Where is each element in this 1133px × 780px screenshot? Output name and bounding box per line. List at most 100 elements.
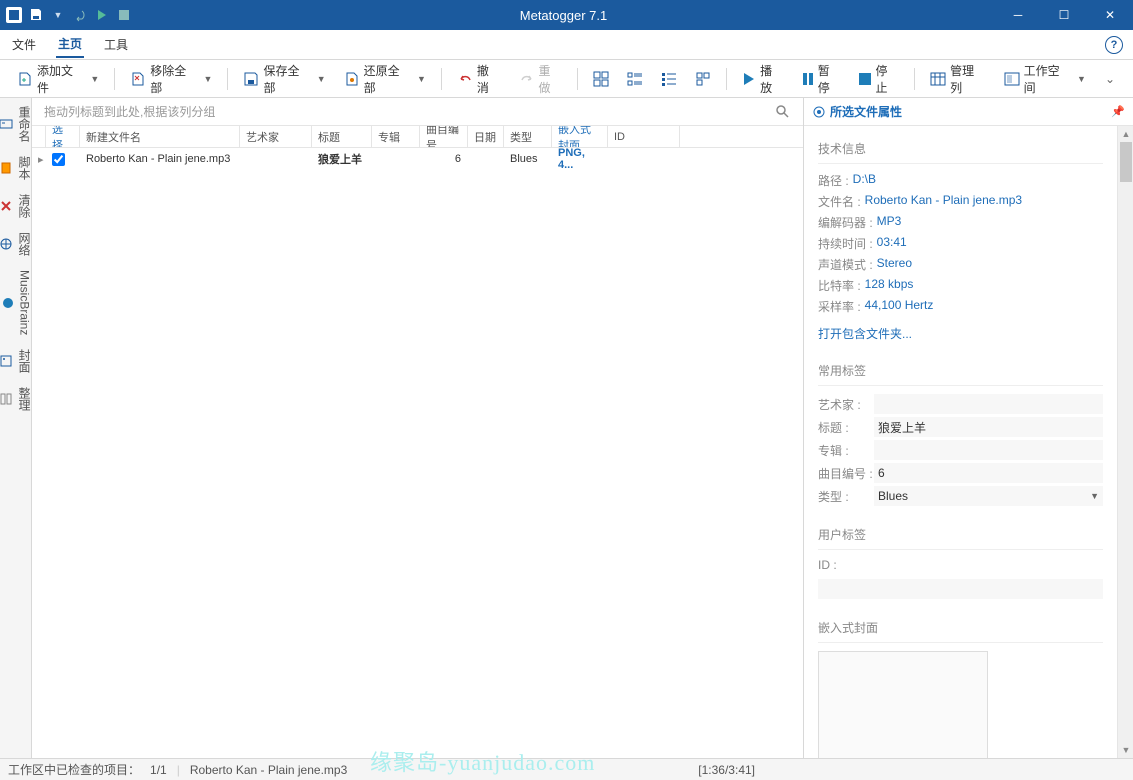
search-icon[interactable] xyxy=(775,104,791,120)
remove-all-icon xyxy=(130,71,146,87)
scrollbar[interactable]: ▲ ▼ xyxy=(1117,126,1133,758)
cell-title[interactable]: 狼爱上羊 xyxy=(312,148,372,170)
title-input[interactable] xyxy=(874,417,1103,437)
col-filename[interactable]: 新建文件名 xyxy=(80,126,240,147)
redo-button[interactable]: 重做 xyxy=(512,57,570,101)
minimize-button[interactable]: ─ xyxy=(995,0,1041,30)
maximize-button[interactable]: ☐ xyxy=(1041,0,1087,30)
cell-cover[interactable]: PNG, 4... xyxy=(552,148,608,170)
pause-label: 暂停 xyxy=(818,62,842,96)
sidebar-item-clean[interactable]: 清除 xyxy=(0,194,33,218)
qat-dropdown[interactable]: ▼ xyxy=(50,7,66,23)
col-date[interactable]: 日期 xyxy=(468,126,504,147)
manage-cols-button[interactable]: 管理列 xyxy=(923,57,993,101)
columns-icon xyxy=(930,71,946,87)
save-icon[interactable] xyxy=(28,7,44,23)
sidebar-item-cover[interactable]: 封面 xyxy=(0,349,33,373)
cell-artist[interactable] xyxy=(240,148,312,170)
window-title: Metatogger 7.1 xyxy=(132,8,995,23)
track-input[interactable] xyxy=(874,463,1103,483)
undo-button[interactable]: 撤消 xyxy=(450,57,508,101)
sidebar-item-script[interactable]: 脚本 xyxy=(0,156,33,180)
view-tiles-button[interactable] xyxy=(586,66,616,92)
properties-title: 所选文件属性 xyxy=(830,103,902,120)
row-checkbox-cell[interactable] xyxy=(46,148,80,170)
group-bar[interactable]: 拖动列标题到此处,根据该列分组 xyxy=(32,98,803,126)
id-input[interactable] xyxy=(818,579,1103,599)
menu-home[interactable]: 主页 xyxy=(56,31,84,58)
col-title[interactable]: 标题 xyxy=(312,126,372,147)
sidebar-item-net[interactable]: 网络 xyxy=(0,232,33,256)
play-label: 播放 xyxy=(760,62,784,96)
close-button[interactable]: ✕ xyxy=(1087,0,1133,30)
type-select[interactable]: Blues▼ xyxy=(874,486,1103,506)
cover-preview[interactable] xyxy=(818,651,988,758)
workspace-button[interactable]: 工作空间 ▼ xyxy=(997,57,1093,101)
view-grid-button[interactable] xyxy=(688,66,718,92)
artist-input[interactable] xyxy=(874,394,1103,414)
save-all-button[interactable]: 保存全部 ▼ xyxy=(236,57,332,101)
col-album[interactable]: 专辑 xyxy=(372,126,420,147)
table-row[interactable]: ▸ Roberto Kan - Plain jene.mp3 狼爱上羊 6 Bl… xyxy=(32,148,803,170)
col-cover[interactable]: 嵌入式封面 xyxy=(552,126,608,147)
tag-label: 标题 : xyxy=(818,419,874,436)
album-input[interactable] xyxy=(874,440,1103,460)
undo-qat-icon[interactable] xyxy=(72,7,88,23)
scroll-up-icon[interactable]: ▲ xyxy=(1118,126,1133,142)
status-time: [1:36/3:41] xyxy=(698,763,755,777)
play-qat-icon[interactable] xyxy=(94,7,110,23)
stop-qat-icon[interactable] xyxy=(116,7,132,23)
add-file-button[interactable]: 添加文件 ▼ xyxy=(10,57,106,101)
help-icon[interactable]: ? xyxy=(1105,36,1123,54)
remove-all-button[interactable]: 移除全部 ▼ xyxy=(123,57,219,101)
properties-body: 技术信息 路径 :D:\B 文件名 :Roberto Kan - Plain j… xyxy=(804,126,1117,758)
play-button[interactable]: 播放 xyxy=(735,57,791,101)
col-artist[interactable]: 艺术家 xyxy=(240,126,312,147)
add-file-icon xyxy=(17,71,33,87)
play-icon xyxy=(742,72,756,86)
status-current-file: Roberto Kan - Plain jene.mp3 xyxy=(190,763,347,777)
status-count: 1/1 xyxy=(150,763,167,777)
restore-all-button[interactable]: 还原全部 ▼ xyxy=(337,57,433,101)
redo-icon xyxy=(519,71,535,87)
sidebar-item-musicbrainz[interactable]: MusicBrainz xyxy=(0,270,32,335)
dropdown-arrow-icon: ▼ xyxy=(90,74,99,84)
prop-value: 44,100 Hertz xyxy=(865,298,934,315)
cell-date[interactable] xyxy=(468,148,504,170)
view-details-button[interactable] xyxy=(620,66,650,92)
cell-filename[interactable]: Roberto Kan - Plain jene.mp3 xyxy=(80,148,240,170)
sidebar-label: 封面 xyxy=(16,349,33,373)
undo-label: 撤消 xyxy=(477,62,501,96)
scroll-down-icon[interactable]: ▼ xyxy=(1118,742,1133,758)
col-type[interactable]: 类型 xyxy=(504,126,552,147)
row-handle[interactable]: ▸ xyxy=(32,148,46,170)
status-checked-label: 工作区中已检查的项目： xyxy=(8,761,140,778)
stop-button[interactable]: 停止 xyxy=(852,57,906,101)
ribbon-expand-button[interactable]: ⌄ xyxy=(1097,68,1123,90)
scroll-thumb[interactable] xyxy=(1120,142,1132,182)
group-bar-hint: 拖动列标题到此处,根据该列分组 xyxy=(44,103,775,120)
col-select[interactable]: 选择 xyxy=(46,126,80,147)
prop-value: 03:41 xyxy=(877,235,907,252)
sidebar-item-organize[interactable]: 整理 xyxy=(0,387,33,411)
sidebar: 重命名 脚本 清除 网络 MusicBrainz 封面 整理 xyxy=(0,98,32,758)
dropdown-arrow-icon: ▼ xyxy=(1077,74,1086,84)
separator xyxy=(227,68,228,90)
tag-label: 曲目编号 : xyxy=(818,465,874,482)
dropdown-arrow-icon: ▼ xyxy=(204,74,213,84)
restore-all-icon xyxy=(344,71,360,87)
sidebar-item-rename[interactable]: 重命名 xyxy=(0,106,33,142)
pin-icon[interactable]: 📌 xyxy=(1111,105,1125,118)
cell-album[interactable] xyxy=(372,148,420,170)
menu-file[interactable]: 文件 xyxy=(10,32,38,57)
open-folder-link[interactable]: 打开包含文件夹... xyxy=(818,325,1103,342)
menu-tools[interactable]: 工具 xyxy=(102,32,130,57)
col-track[interactable]: 曲目编号 xyxy=(420,126,468,147)
row-checkbox[interactable] xyxy=(52,153,65,166)
pause-button[interactable]: 暂停 xyxy=(795,57,849,101)
cell-id[interactable] xyxy=(608,148,680,170)
cell-track[interactable]: 6 xyxy=(420,148,468,170)
col-id[interactable]: ID xyxy=(608,126,680,147)
cell-type[interactable]: Blues xyxy=(504,148,552,170)
view-list-button[interactable] xyxy=(654,66,684,92)
